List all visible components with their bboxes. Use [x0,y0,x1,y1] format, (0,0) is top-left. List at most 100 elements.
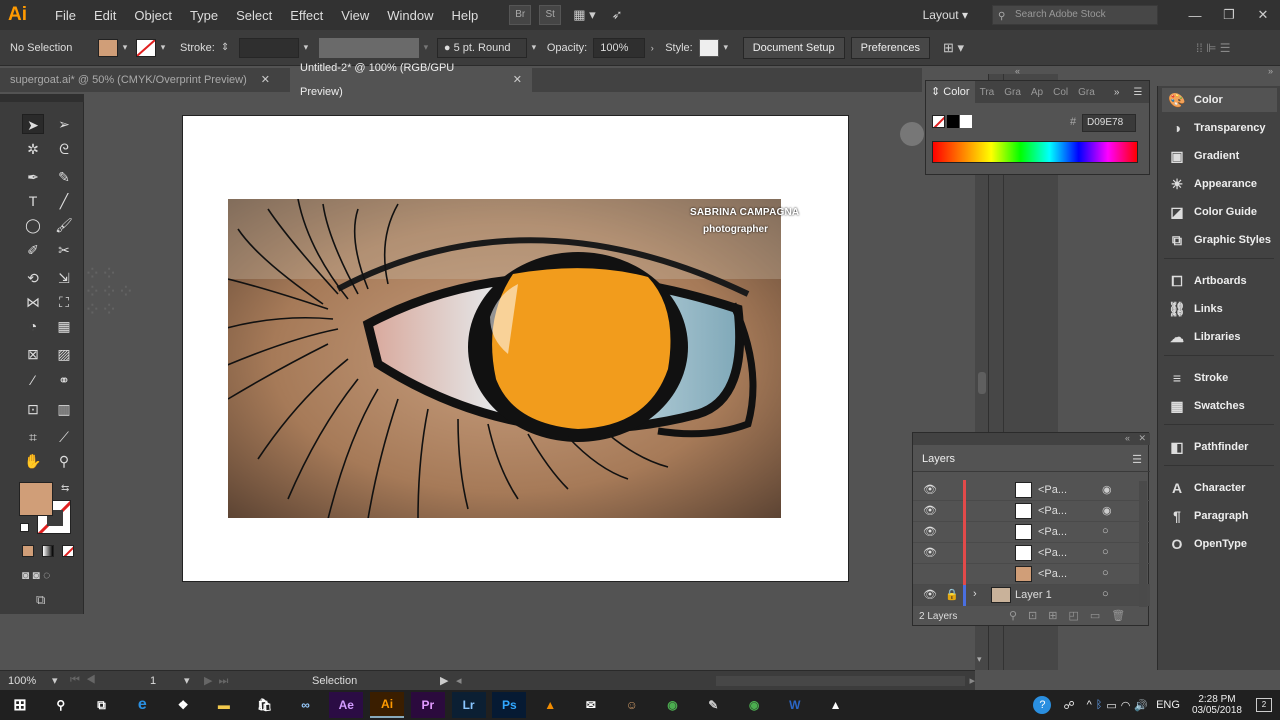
scroll-down-icon[interactable]: ▾ [977,654,982,665]
after-effects-icon[interactable]: Ae [329,692,364,718]
profile-dropdown-icon[interactable]: ▾ [419,42,433,53]
people-icon[interactable]: ☍ [1063,699,1074,712]
none-mode-icon[interactable] [62,545,74,557]
tab-color[interactable]: ⇕ Color [926,81,975,103]
curvature-tool-icon[interactable]: ✎ [53,167,75,187]
blend-tool-icon[interactable]: ⚭ [53,370,75,390]
photo-app-icon[interactable]: ☺ [615,692,649,718]
layers-title[interactable]: Layers [922,453,955,465]
tab-graphic-styles[interactable]: Gra [1073,87,1100,98]
mail-icon[interactable]: ✉ [574,692,608,718]
collapse-panels-icon[interactable]: « [1015,66,1020,76]
style-dropdown-icon[interactable]: ▾ [719,42,733,53]
dock-appearance[interactable]: ☀ Appearance [1166,172,1257,196]
magic-wand-tool-icon[interactable]: ✲ [22,139,44,159]
close-window-button[interactable]: ✕ [1246,7,1280,23]
scrollbar-thumb[interactable] [978,372,986,394]
chrome-icon[interactable]: ◉ [656,692,690,718]
layer-name[interactable]: <Pa... [1038,568,1067,580]
dropbox-icon[interactable]: ❖ [166,692,200,718]
gradient-tool-icon[interactable]: ▨ [53,344,75,364]
visibility-eye-icon[interactable]: 👁 [923,546,937,559]
preferences-button[interactable]: Preferences [850,36,930,59]
stroke-swatch[interactable] [136,38,156,57]
brush-definition[interactable]: ● 5 pt. Round [436,37,527,58]
dock-artboards[interactable]: ⧠ Artboards [1166,269,1246,293]
help-icon[interactable]: ? [1033,696,1052,714]
collapse-icon[interactable]: « [1125,433,1130,443]
direct-selection-tool-icon[interactable]: ➢ [53,114,75,134]
fill-swatch[interactable] [98,38,118,57]
menu-view[interactable]: View [332,8,378,23]
layer-actions-icons[interactable]: ⚲⊡⊞◰▭🗑 [1009,609,1136,622]
layer-row[interactable]: 👁 <Pa... ◉ [913,501,1150,522]
tab-color-guide[interactable]: Col [1048,87,1073,98]
dock-transparency[interactable]: ◑ Transparency [1166,116,1266,140]
stock-search-input[interactable]: ⚲ Search Adobe Stock [992,5,1158,25]
dock-color-guide[interactable]: ◪ Color Guide [1166,200,1257,224]
screen-mode-icon[interactable]: ⧉ [36,592,45,608]
close-panel-icon[interactable]: ✕ [1138,433,1146,444]
lock-icon[interactable]: 🔒 [945,588,959,601]
tab-gradient[interactable]: Gra [999,87,1026,98]
visibility-eye-icon[interactable]: 👁 [923,483,937,496]
illustrator-icon[interactable]: Ai [370,692,405,718]
target-icon[interactable]: ○ [1102,546,1109,558]
eye-artwork[interactable] [228,199,781,518]
panel-controls-icon[interactable]: ⁞⁞ ⊫ ☰ [1196,41,1231,55]
horizontal-scrollbar[interactable] [715,675,966,686]
dock-opentype[interactable]: O OpenType [1166,532,1247,556]
minimize-button[interactable]: — [1178,8,1212,23]
dock-stroke[interactable]: ≡ Stroke [1166,366,1228,390]
artboard-number[interactable]: 1 [150,675,184,687]
layers-scrollbar[interactable] [1139,481,1147,607]
line-tool-icon[interactable]: ╱ [53,191,75,211]
menu-file[interactable]: File [46,8,85,23]
edge-icon[interactable]: e [125,692,159,718]
rotate-tool-icon[interactable]: ⟲ [22,268,44,288]
menu-type[interactable]: Type [181,8,227,23]
premiere-icon[interactable]: Pr [410,692,445,718]
layer-name[interactable]: <Pa... [1038,547,1067,559]
mesh-tool-icon[interactable]: ⊠ [22,344,44,364]
white-color-icon[interactable] [960,115,972,128]
visibility-eye-icon[interactable]: 👁 [923,588,937,601]
menu-select[interactable]: Select [227,8,281,23]
bridge-button[interactable]: Br [509,5,532,25]
menu-edit[interactable]: Edit [85,8,125,23]
arrange-documents-icon[interactable]: ▦ ▾ [573,7,595,23]
dock-links[interactable]: ⛓ Links [1166,297,1223,321]
volume-icon[interactable]: 🔊 [1134,699,1148,712]
photos-icon[interactable]: ▲ [819,692,853,718]
black-color-icon[interactable] [947,115,959,128]
graph-tool-icon[interactable]: ▥ [53,399,75,419]
panel-menu-icon[interactable]: ☰ [1133,87,1142,98]
workspace-switcher[interactable]: Layout ▾ [923,8,968,22]
brush-dropdown-icon[interactable]: ▾ [527,42,541,53]
menu-effect[interactable]: Effect [281,8,332,23]
zoom-tool-icon[interactable]: ⚲ [53,451,75,471]
pen-app-icon[interactable]: ✎ [696,692,730,718]
gpu-performance-icon[interactable]: ➶ [612,7,623,23]
close-tab-icon[interactable]: ✕ [261,68,270,92]
layer-1-row[interactable]: 👁 🔒 › Layer 1 ○ [913,585,1150,606]
layer-name[interactable]: <Pa... [1038,505,1067,517]
stroke-stepper[interactable]: ⇕ [221,42,233,53]
chrome-alt-icon[interactable]: ◉ [737,692,771,718]
tab-untitled-2[interactable]: Untitled-2* @ 100% (RGB/GPU Preview) ✕ [290,62,532,98]
tab-transparency[interactable]: Tra [975,87,1000,98]
bluetooth-icon[interactable]: ᛒ [1096,699,1103,711]
symbol-sprayer-tool-icon[interactable]: ⊡ [22,399,44,419]
gradient-mode-icon[interactable] [42,545,54,557]
lasso-tool-icon[interactable]: ᘓ [53,139,75,159]
expand-panels-icon[interactable]: » [1268,66,1273,76]
visibility-eye-icon[interactable]: 👁 [923,504,937,517]
shape-builder-tool-icon[interactable]: ◔ [22,316,44,336]
zoom-level[interactable]: 100% [8,675,52,687]
layer-row[interactable]: 👁 <Pa... ○ [913,522,1150,543]
layer-name[interactable]: <Pa... [1038,526,1067,538]
style-swatch[interactable] [698,38,719,57]
artboard-tool-icon[interactable]: ⌗ [22,427,44,447]
network-icon[interactable]: ◠ [1121,699,1131,712]
input-language[interactable]: ENG [1156,699,1180,711]
